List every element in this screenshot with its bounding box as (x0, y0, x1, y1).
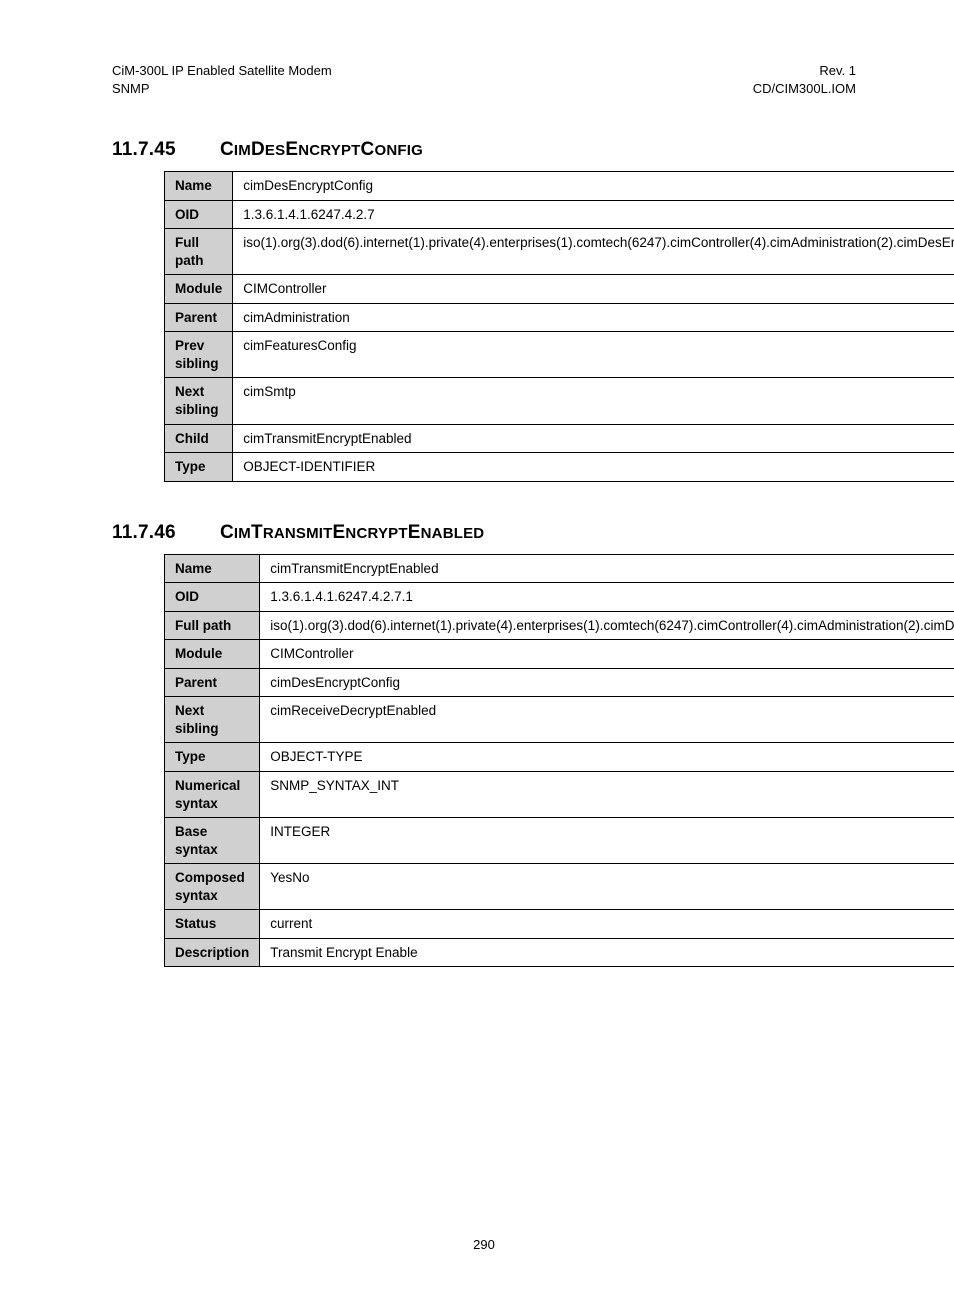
row-value: 1.3.6.1.4.1.6247.4.2.7.1 (260, 583, 954, 612)
table-row: Base syntaxINTEGER (165, 818, 954, 864)
row-label: Name (165, 554, 260, 583)
row-value: YesNo (260, 864, 954, 910)
row-label: Child (165, 424, 233, 453)
section-1-tbody: NamecimDesEncryptConfigOID1.3.6.1.4.1.62… (165, 172, 954, 482)
row-label: Base syntax (165, 818, 260, 864)
table-row: TypeOBJECT-TYPE (165, 743, 954, 772)
section-2-number: 11.7.46 (112, 522, 220, 544)
table-row: Statuscurrent (165, 910, 954, 939)
section-2-table: NamecimTransmitEncryptEnabledOID1.3.6.1.… (164, 554, 954, 968)
row-value: CIMController (233, 275, 954, 304)
row-value: iso(1).org(3).dod(6).internet(1).private… (233, 229, 954, 275)
row-value: cimDesEncryptConfig (233, 172, 954, 201)
row-value: CIMController (260, 640, 954, 669)
header-product-title: CiM-300L IP Enabled Satellite Modem (112, 62, 332, 80)
row-label: Full path (165, 611, 260, 640)
header-doc-id: CD/CIM300L.IOM (753, 80, 856, 98)
row-value: cimReceiveDecryptEnabled (260, 697, 954, 743)
table-row: ModuleCIMController (165, 640, 954, 669)
row-value: 1.3.6.1.4.1.6247.4.2.7 (233, 200, 954, 229)
section-1-title: CIMDESENCRYPTCONFIG (220, 139, 423, 160)
row-label: Prev sibling (165, 332, 233, 378)
row-label: Description (165, 938, 260, 967)
row-label: Composed syntax (165, 864, 260, 910)
row-label: Module (165, 275, 233, 304)
section-2-heading: 11.7.46CIMTRANSMITENCRYPTENABLED (112, 522, 856, 544)
table-row: ChildcimTransmitEncryptEnabled (165, 424, 954, 453)
page-number: 290 (112, 1237, 856, 1252)
row-label: Parent (165, 303, 233, 332)
row-label: OID (165, 583, 260, 612)
row-value: cimDesEncryptConfig (260, 668, 954, 697)
section-1-table: NamecimDesEncryptConfigOID1.3.6.1.4.1.62… (164, 171, 954, 482)
row-value: current (260, 910, 954, 939)
row-value: INTEGER (260, 818, 954, 864)
row-value: SNMP_SYNTAX_INT (260, 772, 954, 818)
table-row: Next siblingcimSmtp (165, 378, 954, 424)
row-value: OBJECT-IDENTIFIER (233, 453, 954, 482)
table-row: Full pathiso(1).org(3).dod(6).internet(1… (165, 229, 954, 275)
header-left: CiM-300L IP Enabled Satellite Modem SNMP (112, 62, 332, 97)
row-label: Name (165, 172, 233, 201)
row-value: OBJECT-TYPE (260, 743, 954, 772)
table-row: Composed syntaxYesNo (165, 864, 954, 910)
table-row: NamecimTransmitEncryptEnabled (165, 554, 954, 583)
section-2-tbody: NamecimTransmitEncryptEnabledOID1.3.6.1.… (165, 554, 954, 967)
table-row: Numerical syntaxSNMP_SYNTAX_INT (165, 772, 954, 818)
header-revision: Rev. 1 (753, 62, 856, 80)
row-label: Type (165, 743, 260, 772)
table-row: Full pathiso(1).org(3).dod(6).internet(1… (165, 611, 954, 640)
table-row: OID1.3.6.1.4.1.6247.4.2.7 (165, 200, 954, 229)
row-value: cimSmtp (233, 378, 954, 424)
table-row: NamecimDesEncryptConfig (165, 172, 954, 201)
section-1-number: 11.7.45 (112, 139, 220, 161)
header-subtitle: SNMP (112, 80, 332, 98)
table-row: Prev siblingcimFeaturesConfig (165, 332, 954, 378)
row-value: cimAdministration (233, 303, 954, 332)
section-1: 11.7.45CIMDESENCRYPTCONFIG NamecimDesEnc… (112, 139, 856, 482)
row-value: iso(1).org(3).dod(6).internet(1).private… (260, 611, 954, 640)
table-row: ParentcimAdministration (165, 303, 954, 332)
row-label: Next sibling (165, 697, 260, 743)
header-right: Rev. 1 CD/CIM300L.IOM (753, 62, 856, 97)
table-row: ParentcimDesEncryptConfig (165, 668, 954, 697)
row-label: Status (165, 910, 260, 939)
row-label: Full path (165, 229, 233, 275)
table-row: Next siblingcimReceiveDecryptEnabled (165, 697, 954, 743)
section-1-heading: 11.7.45CIMDESENCRYPTCONFIG (112, 139, 856, 161)
table-row: TypeOBJECT-IDENTIFIER (165, 453, 954, 482)
document-page: CiM-300L IP Enabled Satellite Modem SNMP… (0, 0, 954, 1292)
row-label: Next sibling (165, 378, 233, 424)
section-2: 11.7.46CIMTRANSMITENCRYPTENABLED Namecim… (112, 522, 856, 968)
table-row: DescriptionTransmit Encrypt Enable (165, 938, 954, 967)
row-label: Numerical syntax (165, 772, 260, 818)
row-label: Module (165, 640, 260, 669)
row-label: OID (165, 200, 233, 229)
table-row: OID1.3.6.1.4.1.6247.4.2.7.1 (165, 583, 954, 612)
table-row: ModuleCIMController (165, 275, 954, 304)
page-header: CiM-300L IP Enabled Satellite Modem SNMP… (112, 62, 856, 97)
row-value: cimTransmitEncryptEnabled (233, 424, 954, 453)
row-label: Parent (165, 668, 260, 697)
row-label: Type (165, 453, 233, 482)
row-value: cimFeaturesConfig (233, 332, 954, 378)
row-value: cimTransmitEncryptEnabled (260, 554, 954, 583)
row-value: Transmit Encrypt Enable (260, 938, 954, 967)
section-2-title: CIMTRANSMITENCRYPTENABLED (220, 522, 484, 543)
